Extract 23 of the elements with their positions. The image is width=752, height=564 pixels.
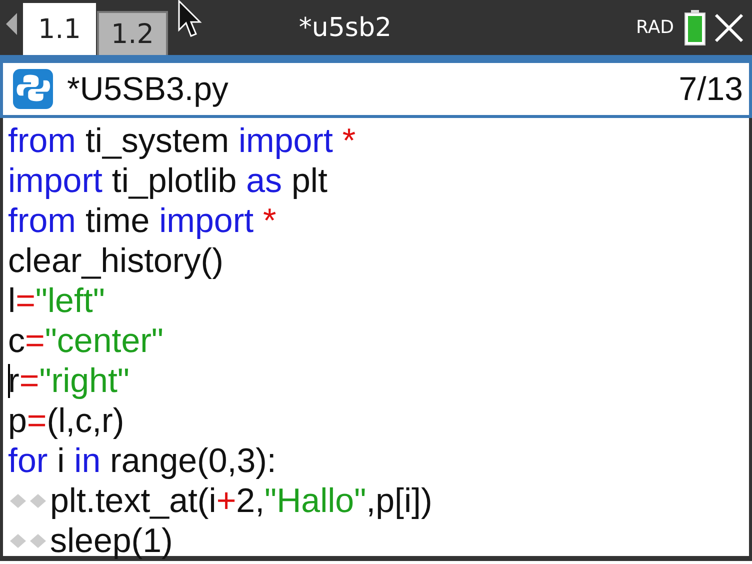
code-line: from ti_system import * [8, 121, 356, 161]
code-line: plt.text_at(i+2,"Hallo",p[i]) [50, 481, 432, 521]
file-name: *U5SB3.py [67, 70, 230, 108]
page-tab[interactable]: 1.2 [96, 11, 168, 55]
code-line: sleep(1) [50, 521, 173, 561]
angle-mode: RAD [636, 17, 674, 38]
document-title: *u5sb2 [298, 12, 392, 42]
line-position: 7/13 [678, 70, 743, 108]
code-line: p=(l,c,r) [8, 401, 124, 441]
code-line: c="center" [8, 321, 164, 361]
code-line: clear_history() [8, 241, 224, 281]
code-line: r="right" [8, 361, 130, 401]
page-tab[interactable]: 1.1 [23, 3, 96, 55]
code-line: import ti_plotlib as plt [8, 161, 328, 201]
battery-icon [684, 10, 706, 46]
code-line: for i in range(0,3): [8, 441, 276, 481]
python-icon [13, 69, 53, 109]
indent-marker-icon [8, 533, 48, 549]
mouse-pointer-icon [178, 0, 202, 40]
close-icon[interactable] [714, 12, 744, 42]
indent-marker-icon [8, 493, 48, 509]
code-line: l="left" [8, 281, 105, 321]
code-line: from time import * [8, 201, 276, 241]
